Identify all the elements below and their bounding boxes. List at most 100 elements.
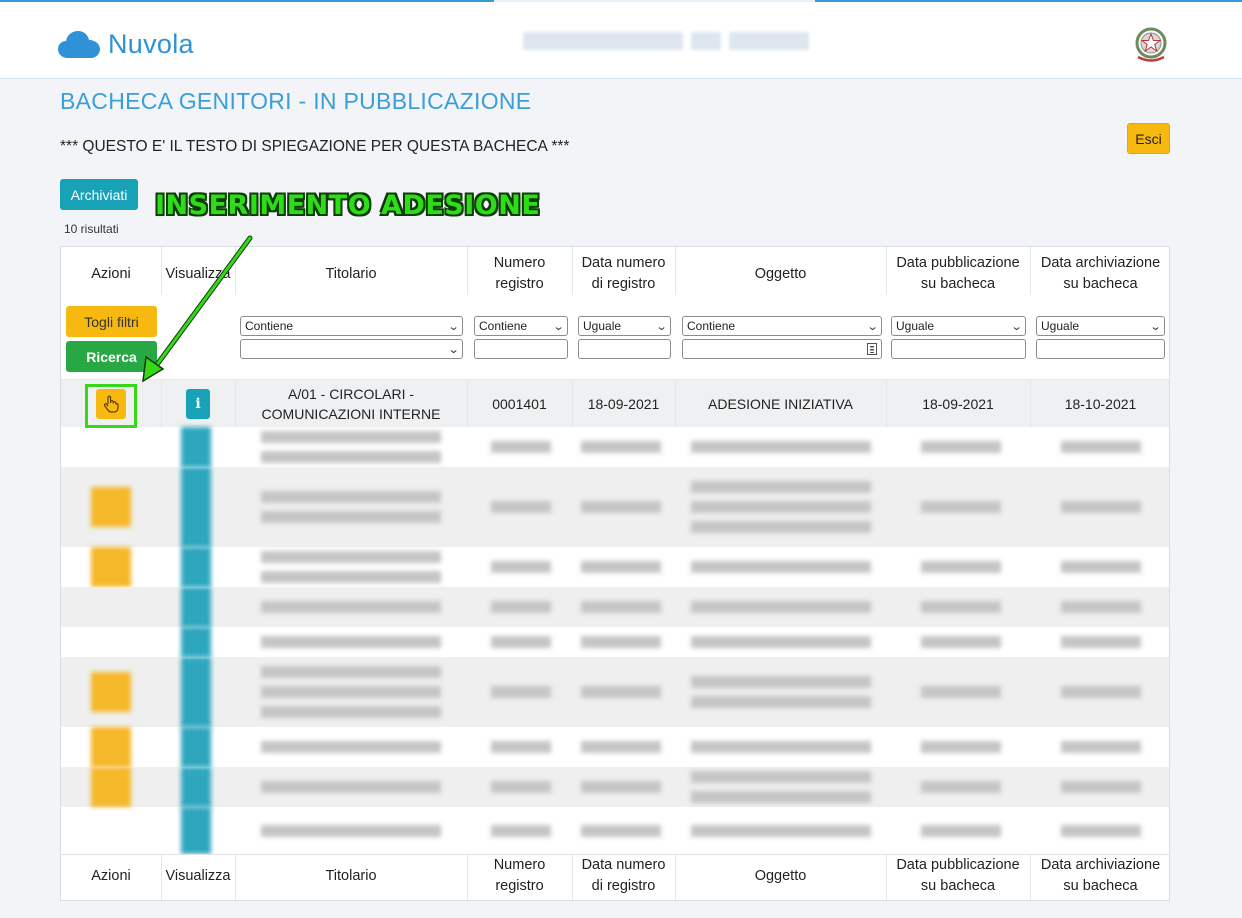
redacted-text [581, 601, 661, 613]
exit-button[interactable]: Esci [1127, 123, 1170, 154]
column-header-azioni[interactable]: Azioni [61, 253, 161, 295]
column-header-titolario[interactable]: Titolario [235, 253, 467, 295]
redacted-view [181, 547, 211, 587]
redacted-text [921, 501, 1001, 513]
notice-board-table: Azioni Visualizza Titolario Numero regist… [60, 246, 1170, 901]
redacted-text [261, 451, 441, 463]
redacted-text [491, 441, 551, 453]
redacted-text [1061, 601, 1141, 613]
redacted-text [921, 686, 1001, 698]
redacted-text [691, 601, 871, 613]
redacted-text [581, 636, 661, 648]
redacted-text [261, 601, 441, 613]
search-button[interactable]: Ricerca [66, 341, 157, 372]
chevron-down-icon: ⌄ [1010, 320, 1023, 333]
numero-filter-input[interactable] [474, 339, 568, 359]
redacted-text [261, 741, 441, 753]
adhesion-action-button[interactable] [96, 388, 126, 419]
redacted-text [261, 571, 441, 583]
data-pubblicazione-cell: 18-09-2021 [922, 395, 994, 412]
column-header-oggetto[interactable]: Oggetto [675, 253, 886, 295]
redacted-text [1061, 824, 1141, 837]
board-explanation: *** QUESTO E' IL TESTO DI SPIEGAZIONE PE… [60, 138, 570, 155]
titolario-filter-mode-select[interactable]: Contiene ⌄ [240, 316, 463, 336]
titolario-filter-value-select[interactable]: ⌄ [240, 339, 463, 359]
redacted-text [261, 491, 441, 503]
redacted-text [491, 741, 551, 753]
redacted-text [921, 781, 1001, 793]
footer-header-numero-registro: Numero registro [493, 857, 546, 894]
table-header: Azioni Visualizza Titolario Numero regist… [61, 247, 1169, 379]
redacted-action [91, 672, 131, 712]
data-numero-filter-mode-select[interactable]: Uguale ⌄ [578, 316, 671, 336]
redacted-text [691, 561, 871, 573]
oggetto-filter-mode-select[interactable]: Contiene ⌄ [682, 316, 882, 336]
blurred-user-info [523, 32, 813, 50]
italian-republic-emblem-icon [1135, 27, 1167, 62]
redacted-text [261, 824, 441, 837]
data-archiviazione-filter-input[interactable] [1036, 339, 1165, 359]
redacted-text [921, 741, 1001, 753]
footer-header-visualizza: Visualizza [165, 867, 231, 884]
clear-filters-button[interactable]: Togli filtri [66, 306, 157, 337]
table-row [61, 547, 1169, 587]
cloud-icon [58, 31, 100, 58]
redacted-text [581, 781, 661, 793]
chevron-down-icon: ⌄ [447, 320, 460, 333]
page-title: BACHECA GENITORI - IN PUBBLICAZIONE [60, 88, 532, 114]
redacted-text [261, 511, 441, 523]
column-header-numero-registro[interactable]: Numero registro [467, 253, 572, 295]
chevron-down-icon: ⌄ [1149, 320, 1162, 333]
app-logo[interactable]: Nuvola [58, 24, 194, 64]
redacted-text [261, 431, 441, 443]
redacted-action [91, 767, 131, 807]
redacted-text [581, 824, 661, 837]
data-pubblicazione-filter-input[interactable] [891, 339, 1026, 359]
table-row [61, 727, 1169, 767]
column-header-visualizza[interactable]: Visualizza [161, 253, 235, 295]
hand-pointer-icon [103, 395, 119, 413]
redacted-text [691, 636, 871, 648]
footer-header-data-archiviazione: Data archiviazione su bacheca [1040, 857, 1161, 894]
redacted-action [91, 487, 131, 527]
data-archiviazione-cell: 18-10-2021 [1064, 395, 1137, 412]
data-archiviazione-filter-mode-select[interactable]: Uguale ⌄ [1036, 316, 1165, 336]
redacted-text [261, 686, 441, 698]
numero-registro-cell: 0001401 [492, 395, 547, 412]
redacted-text [491, 601, 551, 613]
footer-header-data-numero: Data numero di registro [581, 857, 666, 894]
table-row: i A/01 - CIRCOLARI - COMUNICAZIONI INTER… [61, 379, 1169, 428]
chevron-down-icon: ⌄ [552, 320, 565, 333]
archived-button[interactable]: Archiviati [60, 179, 138, 210]
keyboard-icon [867, 343, 877, 355]
table-row [61, 767, 1169, 807]
redacted-text [581, 741, 661, 753]
redacted-view [181, 767, 211, 807]
redacted-text [691, 441, 871, 453]
oggetto-filter-input[interactable] [682, 339, 882, 359]
footer-header-oggetto: Oggetto [754, 867, 807, 884]
redacted-text [691, 791, 871, 803]
redacted-text [261, 781, 441, 793]
view-cell: i [161, 380, 235, 427]
column-header-data-archiviazione[interactable]: Data archiviazione su bacheca [1030, 253, 1169, 295]
redacted-text [581, 441, 661, 453]
data-numero-filter-input[interactable] [578, 339, 671, 359]
redacted-text [691, 676, 871, 688]
data-pubblicazione-filter-mode-select[interactable]: Uguale ⌄ [891, 316, 1026, 336]
column-header-data-pubblicazione[interactable]: Data pubblicazione su bacheca [886, 253, 1030, 295]
redacted-text [921, 601, 1001, 613]
table-row [61, 467, 1169, 547]
redacted-text [921, 824, 1001, 837]
numero-filter-mode-select[interactable]: Contiene ⌄ [474, 316, 568, 336]
redacted-view [181, 807, 211, 854]
info-icon[interactable]: i [186, 388, 210, 419]
column-header-data-numero[interactable]: Data numero di registro [572, 253, 675, 295]
footer-header-azioni: Azioni [91, 867, 131, 884]
results-count: 10 risultati [64, 222, 119, 236]
redacted-view [181, 627, 211, 657]
redacted-text [1061, 741, 1141, 753]
redacted-text [1061, 636, 1141, 648]
redacted-action [91, 547, 131, 587]
redacted-text [491, 561, 551, 573]
